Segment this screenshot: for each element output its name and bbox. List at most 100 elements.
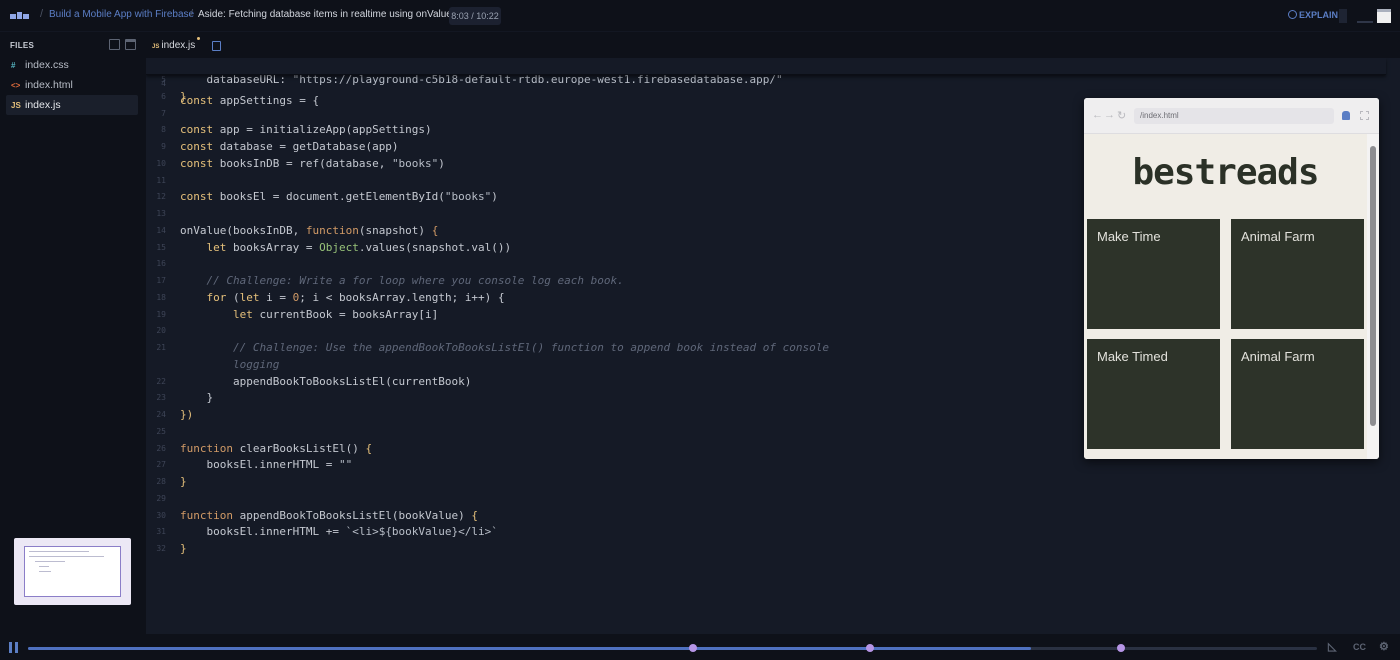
line-number: 10 bbox=[156, 158, 166, 168]
file-item-index-html[interactable]: <> index.html bbox=[6, 75, 138, 95]
minimap-line bbox=[35, 561, 65, 562]
minimap-line bbox=[39, 566, 49, 567]
line-number: 11 bbox=[156, 175, 166, 185]
explain-button[interactable]: EXPLAIN bbox=[1288, 10, 1338, 20]
pause-button[interactable] bbox=[9, 642, 19, 653]
new-folder-icon[interactable] bbox=[125, 39, 136, 50]
line-content: booksEl.innerHTML = "" bbox=[180, 458, 353, 472]
timeline-marker[interactable] bbox=[1117, 644, 1126, 652]
scrimba-logo[interactable] bbox=[10, 11, 30, 21]
line-content: for (let i = 0; i < booksArray.length; i… bbox=[206, 290, 505, 304]
top-bar: / Build a Mobile App with Firebase / Asi… bbox=[0, 0, 1400, 32]
timeline-progress bbox=[28, 647, 1031, 650]
timeline-marker[interactable] bbox=[865, 644, 874, 652]
volume-icon[interactable]: ◺ bbox=[1328, 640, 1336, 653]
line-number: 30 bbox=[156, 510, 166, 520]
new-file-icon[interactable] bbox=[109, 39, 120, 50]
forward-icon[interactable]: → bbox=[1104, 109, 1115, 121]
line-content: const database = getDatabase(app) bbox=[180, 140, 399, 153]
files-panel-title: FILES bbox=[10, 41, 35, 50]
line-content: const appSettings = { bbox=[180, 94, 320, 107]
book-card: Animal Farm bbox=[1231, 339, 1364, 449]
line-content: // Challenge: Use the appendBookToBooksL… bbox=[232, 341, 830, 354]
file-type-icon: # bbox=[11, 61, 16, 70]
book-title: Make Timed bbox=[1097, 349, 1168, 364]
explain-label: EXPLAIN bbox=[1299, 10, 1339, 20]
breadcrumb-separator: / bbox=[190, 8, 194, 20]
file-name: index.html bbox=[25, 79, 73, 91]
file-type-icon: <> bbox=[11, 81, 21, 90]
line-content: }) bbox=[180, 408, 194, 421]
file-item-index-js[interactable]: JS index.js bbox=[6, 95, 138, 115]
line-number: 18 bbox=[156, 292, 166, 302]
book-title: Animal Farm bbox=[1241, 349, 1315, 364]
timecode-badge: 8:03 / 10:22 bbox=[449, 7, 501, 25]
line-number: 22 bbox=[156, 376, 166, 386]
book-title: Animal Farm bbox=[1241, 229, 1315, 244]
preview-url-field[interactable]: /index.html bbox=[1134, 108, 1334, 124]
book-title: Make Time bbox=[1097, 229, 1161, 244]
tab-label: index.js bbox=[161, 40, 196, 51]
preview-page: bestreads Make Time Animal Farm Make Timed… bbox=[1084, 134, 1367, 459]
sticky-scroll-header: 4 const appSettings = { bbox=[146, 58, 1386, 107]
tab-index-js[interactable]: JS index.js bbox=[152, 36, 201, 56]
line-content: logging bbox=[232, 357, 280, 371]
back-icon[interactable]: ← bbox=[1092, 109, 1103, 121]
captions-button[interactable]: CC bbox=[1353, 642, 1366, 652]
line-number: 19 bbox=[156, 309, 166, 319]
line-number: 31 bbox=[156, 527, 166, 537]
new-tab-icon[interactable] bbox=[212, 41, 221, 51]
line-content: booksEl.innerHTML += `<li>${bookValue}</… bbox=[180, 525, 498, 539]
line-content: } bbox=[206, 391, 214, 405]
layout-toggle-split-button[interactable] bbox=[1357, 9, 1373, 23]
breadcrumb-separator: / bbox=[40, 8, 44, 20]
minimap-frame bbox=[24, 546, 121, 597]
files-panel: FILES # index.css <> index.html JS index.js bbox=[0, 32, 146, 634]
line-number: 9 bbox=[161, 142, 166, 151]
code-line: 4 const appSettings = { bbox=[146, 58, 319, 107]
bell-icon[interactable] bbox=[1342, 111, 1350, 120]
line-number: 27 bbox=[156, 460, 166, 470]
settings-gear-icon[interactable]: ⚙ bbox=[1379, 640, 1389, 653]
minimap-line bbox=[39, 571, 51, 572]
layout-toggle-preview-button[interactable] bbox=[1377, 9, 1391, 23]
breadcrumb-course-link[interactable]: Build a Mobile App with Firebase bbox=[49, 9, 194, 20]
scrimba-editor-window: / Build a Mobile App with Firebase / Asi… bbox=[0, 0, 1400, 660]
line-content: const booksInDB = ref(database, "books") bbox=[180, 156, 445, 170]
line-number: 15 bbox=[156, 242, 166, 252]
file-item-index-css[interactable]: # index.css bbox=[6, 55, 138, 75]
expand-icon[interactable] bbox=[1360, 111, 1369, 120]
scrollbar-thumb[interactable] bbox=[1370, 146, 1376, 426]
line-content: appendBookToBooksListEl(currentBook) bbox=[180, 374, 472, 388]
preview-minimap[interactable] bbox=[14, 538, 131, 605]
layout-toggle-sidebar-button[interactable] bbox=[1339, 9, 1347, 23]
preview-scrollbar[interactable] bbox=[1367, 134, 1379, 459]
line-content: onValue(booksInDB, function(snapshot) { bbox=[180, 223, 439, 237]
line-number: 14 bbox=[156, 225, 166, 235]
line-number: 20 bbox=[156, 326, 166, 336]
line-number: 4 bbox=[161, 79, 166, 88]
line-content: } bbox=[180, 542, 187, 555]
reload-icon[interactable]: ↻ bbox=[1117, 109, 1126, 122]
preview-window: ← → ↻ /index.html bestreads Make Time Ani… bbox=[1084, 98, 1379, 459]
file-name: index.js bbox=[25, 99, 61, 111]
line-number: 17 bbox=[156, 276, 166, 285]
book-card: Make Timed bbox=[1087, 339, 1220, 449]
file-type-icon: JS bbox=[11, 101, 21, 110]
editor-tab-bar: JS index.js bbox=[146, 32, 1400, 58]
line-number: 25 bbox=[156, 426, 166, 436]
page-heading: bestreads bbox=[1132, 152, 1319, 193]
timeline-marker[interactable] bbox=[689, 644, 698, 652]
line-number: 16 bbox=[156, 259, 166, 269]
unsaved-dot-icon bbox=[197, 37, 201, 40]
minimap-line bbox=[29, 556, 104, 557]
line-number: 32 bbox=[156, 544, 166, 553]
line-number: 24 bbox=[156, 410, 166, 419]
book-card: Animal Farm bbox=[1231, 219, 1364, 329]
file-name: index.css bbox=[25, 59, 69, 71]
line-content: const booksEl = document.getElementById(… bbox=[180, 190, 498, 204]
line-content: let booksArray = Object.values(snapshot.… bbox=[206, 240, 512, 254]
preview-toolbar: ← → ↻ /index.html bbox=[1084, 98, 1379, 134]
explain-icon bbox=[1288, 10, 1297, 19]
player-bar: ◺ CC ⚙ bbox=[0, 634, 1400, 660]
